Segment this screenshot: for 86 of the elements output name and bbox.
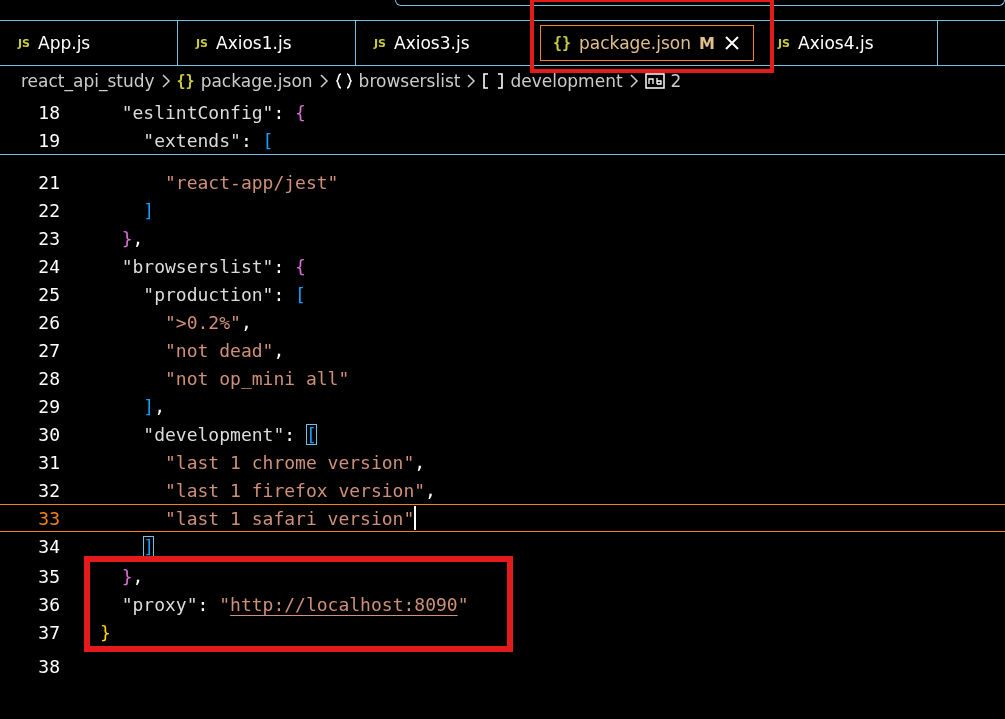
code-token: [ xyxy=(262,129,274,151)
line-number: 27 xyxy=(37,339,60,361)
braces-icon: {} xyxy=(176,72,195,90)
code-token: } xyxy=(120,227,133,249)
line-number: 32 xyxy=(37,479,60,501)
code-token: ] xyxy=(142,199,155,221)
js-file-icon: JS xyxy=(196,36,208,50)
code-token: "last 1 firefox version" xyxy=(164,479,426,501)
breadcrumb-item[interactable]: 2 xyxy=(644,71,682,91)
code-token: , xyxy=(132,565,144,587)
braces-icon xyxy=(334,72,353,90)
code-token: [ xyxy=(295,283,306,305)
close-button[interactable] xyxy=(722,34,741,52)
code-token: "extends" xyxy=(142,129,241,151)
line-number: 24 xyxy=(37,255,60,277)
code-token: , xyxy=(154,395,166,417)
breadcrumb-item[interactable]: react_api_study xyxy=(21,71,155,91)
code-token: } xyxy=(120,565,133,587)
line-number: 37 xyxy=(37,621,60,643)
code-token: "last 1 chrome version" xyxy=(164,451,415,473)
braces-icon: {} xyxy=(553,34,572,52)
code-token: , xyxy=(240,311,252,333)
code-token: , xyxy=(132,227,144,249)
breadcrumb-item[interactable]: browserslist xyxy=(334,71,461,91)
modified-indicator: M xyxy=(699,33,715,53)
chevron-icon xyxy=(466,74,477,88)
code-token: { xyxy=(295,101,306,123)
breadcrumb-item[interactable]: development xyxy=(482,71,623,91)
line-number: 22 xyxy=(37,199,60,221)
chevron-icon xyxy=(318,74,329,88)
line-number: 33 xyxy=(37,507,60,529)
line-number: 30 xyxy=(37,423,60,445)
code-token: : xyxy=(240,129,253,151)
code-token: : xyxy=(273,101,286,123)
line-number: 19 xyxy=(37,129,60,151)
code-token: , xyxy=(414,451,426,473)
brackets-icon xyxy=(482,72,505,90)
line-number: 35 xyxy=(37,565,60,587)
code-token: ">0.2%" xyxy=(164,311,241,333)
line-number: 18 xyxy=(37,101,60,123)
code-token: "not dead" xyxy=(164,339,274,361)
editor-tab[interactable]: JS App.js xyxy=(0,21,178,65)
code-token: "development" xyxy=(142,423,285,445)
line-number: 29 xyxy=(37,395,60,417)
line-number: 26 xyxy=(37,311,60,333)
chevron-icon xyxy=(160,74,171,88)
breadcrumb-item[interactable]: {} package.json xyxy=(176,71,313,91)
line-number: 38 xyxy=(37,655,60,677)
line-number: 25 xyxy=(37,283,60,305)
code-token: "last 1 safari version" xyxy=(164,507,415,529)
code-token: "not op_mini all" xyxy=(164,367,350,389)
line-number: 23 xyxy=(37,227,60,249)
chevron-icon xyxy=(628,74,639,88)
line-number: 21 xyxy=(37,171,60,193)
code-token: } xyxy=(100,621,111,643)
code-token: : xyxy=(273,255,286,277)
code-token: "production" xyxy=(142,283,274,305)
code-token: : xyxy=(284,423,297,445)
code-token: : xyxy=(273,283,286,305)
code-token: "eslintConfig" xyxy=(120,101,274,123)
editor-tab[interactable]: JS Axios1.js xyxy=(178,21,356,65)
code-token: ] xyxy=(142,395,155,417)
text-symbol-icon xyxy=(644,73,665,89)
code-token: : xyxy=(197,593,210,615)
code-token: " xyxy=(457,593,469,615)
code-token: , xyxy=(425,479,436,501)
code-token: "browserslist" xyxy=(120,255,274,277)
code-token: " xyxy=(219,593,231,615)
code-token: "react-app/jest" xyxy=(164,171,339,193)
editor-tab[interactable]: JS Axios3.js xyxy=(356,21,534,65)
line-number: 34 xyxy=(37,535,60,557)
code-token: [ xyxy=(305,423,317,445)
editor-tab[interactable]: JS Axios4.js xyxy=(760,21,938,65)
js-file-icon: JS xyxy=(778,36,790,50)
code-token: , xyxy=(273,339,285,361)
js-file-icon: JS xyxy=(374,36,386,50)
code-token: { xyxy=(295,255,306,277)
editor-tab[interactable]: {} package.json M xyxy=(540,25,754,61)
line-number: 31 xyxy=(37,451,60,473)
link[interactable]: http://localhost:8090 xyxy=(230,593,458,615)
line-number: 28 xyxy=(37,367,60,389)
code-token: "proxy" xyxy=(120,593,198,615)
line-number: 36 xyxy=(37,593,60,615)
js-file-icon: JS xyxy=(18,36,30,50)
text-cursor xyxy=(414,506,417,530)
code-token: ] xyxy=(143,535,155,557)
